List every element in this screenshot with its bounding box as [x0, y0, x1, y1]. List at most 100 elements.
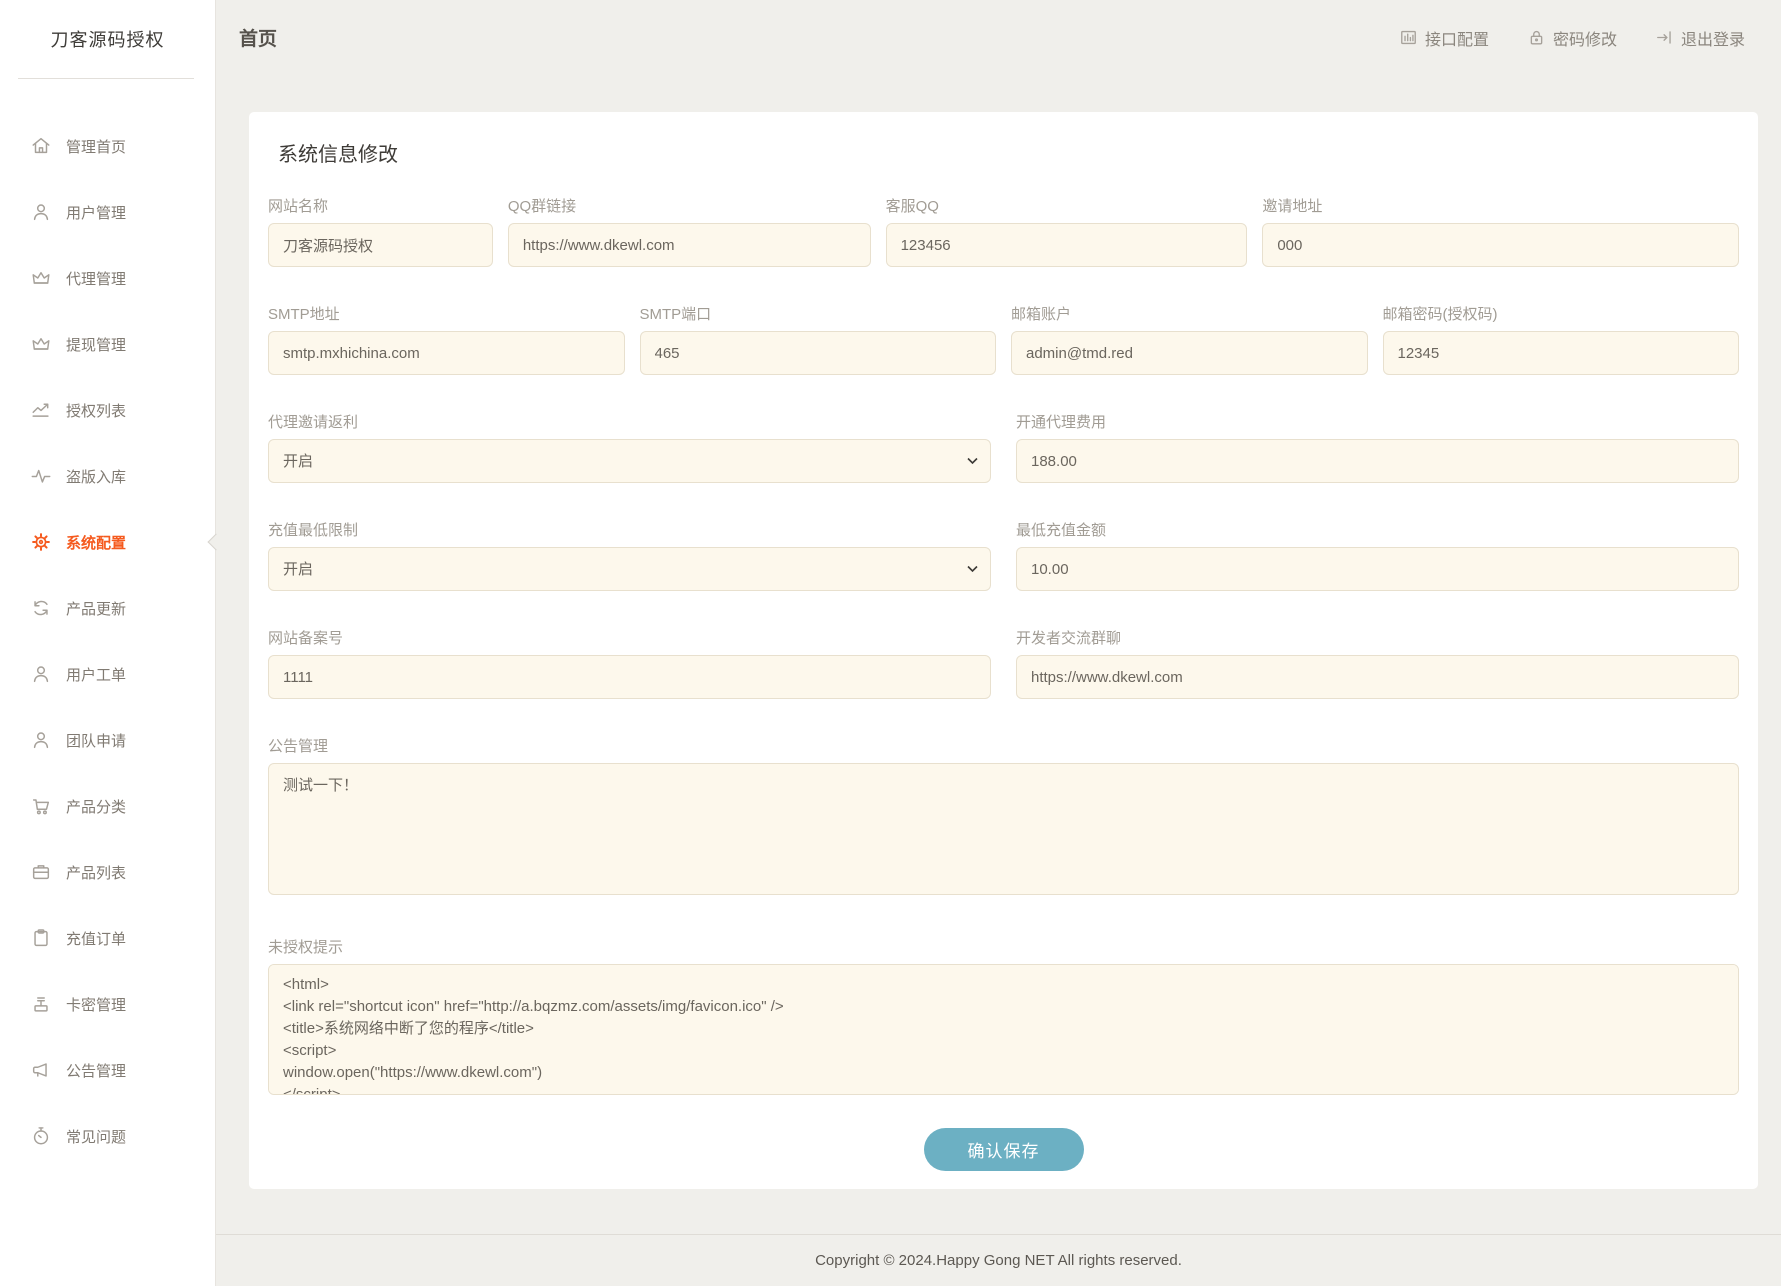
- qq-group-link-label: QQ群链接: [508, 195, 871, 216]
- invite-address-label: 邀请地址: [1262, 195, 1739, 216]
- sidebar-item-label: 代理管理: [66, 268, 126, 289]
- field-recharge-min-limit: 充值最低限制 开启: [268, 519, 991, 591]
- field-unauthorized-tip: 未授权提示 <html> <link rel="shortcut icon" h…: [268, 936, 1739, 1100]
- field-developer-group: 开发者交流群聊: [1016, 627, 1739, 699]
- field-icp-number: 网站备案号: [268, 627, 991, 699]
- megaphone-icon: [30, 1059, 52, 1081]
- agent-open-fee-input[interactable]: [1016, 439, 1739, 483]
- agent-open-fee-label: 开通代理费用: [1016, 411, 1739, 432]
- api-config-icon: [1399, 28, 1418, 47]
- agent-invite-rebate-label: 代理邀请返利: [268, 411, 991, 432]
- sidebar-item-admin-home[interactable]: 管理首页: [0, 113, 215, 179]
- sidebar-menu: 管理首页用户管理代理管理提现管理授权列表盗版入库系统配置产品更新用户工单团队申请…: [0, 79, 215, 1169]
- recharge-min-limit-label: 充值最低限制: [268, 519, 991, 540]
- button-row: 确认保存: [268, 1128, 1739, 1179]
- recharge-min-limit-select[interactable]: 开启: [268, 547, 991, 591]
- home-icon: [30, 135, 52, 157]
- announcement-textarea[interactable]: 测试一下！: [268, 763, 1739, 895]
- logout-link[interactable]: 退出登录: [1655, 26, 1745, 50]
- invite-address-input[interactable]: [1262, 223, 1739, 267]
- sidebar-item-recharge-orders[interactable]: 充值订单: [0, 905, 215, 971]
- crown-icon: [30, 333, 52, 355]
- agent-invite-rebate-select[interactable]: 开启: [268, 439, 991, 483]
- sidebar-item-system-config[interactable]: 系统配置: [0, 509, 215, 575]
- gear-icon: [30, 531, 52, 553]
- sidebar-item-faq[interactable]: 常见问题: [0, 1103, 215, 1169]
- site-name-label: 网站名称: [268, 195, 493, 216]
- clipboard-icon: [30, 927, 52, 949]
- form-row-3: 代理邀请返利 开启 开通代理费用: [268, 411, 1739, 483]
- sidebar-item-label: 团队申请: [66, 730, 126, 751]
- sidebar: 刀客源码授权 管理首页用户管理代理管理提现管理授权列表盗版入库系统配置产品更新用…: [0, 0, 216, 1286]
- sidebar-item-label: 管理首页: [66, 136, 126, 157]
- sidebar-item-label: 用户工单: [66, 664, 126, 685]
- sidebar-item-label: 盗版入库: [66, 466, 126, 487]
- field-invite-address: 邀请地址: [1262, 195, 1739, 267]
- change-password-label: 密码修改: [1553, 26, 1617, 50]
- logout-icon: [1655, 28, 1674, 47]
- crown-icon: [30, 267, 52, 289]
- sidebar-item-announcement-management[interactable]: 公告管理: [0, 1037, 215, 1103]
- sidebar-item-withdraw-management[interactable]: 提现管理: [0, 311, 215, 377]
- announcement-label: 公告管理: [268, 735, 1739, 756]
- sidebar-item-label: 产品列表: [66, 862, 126, 883]
- sidebar-item-label: 授权列表: [66, 400, 126, 421]
- field-agent-open-fee: 开通代理费用: [1016, 411, 1739, 483]
- sidebar-item-team-apply[interactable]: 团队申请: [0, 707, 215, 773]
- qq-group-link-input[interactable]: [508, 223, 871, 267]
- field-smtp-host: SMTP地址: [268, 303, 625, 375]
- copyright-text: Copyright © 2024.Happy Gong NET All righ…: [815, 1252, 1182, 1269]
- topbar: 首页 接口配置 密码修改 退出登录: [216, 0, 1781, 75]
- form-row-5: 网站备案号 开发者交流群聊: [268, 627, 1739, 699]
- min-recharge-amount-input[interactable]: [1016, 547, 1739, 591]
- field-min-recharge-amount: 最低充值金额: [1016, 519, 1739, 591]
- smtp-host-input[interactable]: [268, 331, 625, 375]
- user-icon: [30, 663, 52, 685]
- sidebar-item-agent-management[interactable]: 代理管理: [0, 245, 215, 311]
- brand-title: 刀客源码授权: [0, 0, 215, 52]
- field-agent-invite-rebate: 代理邀请返利 开启: [268, 411, 991, 483]
- mail-account-label: 邮箱账户: [1011, 303, 1368, 324]
- icp-number-input[interactable]: [268, 655, 991, 699]
- service-qq-label: 客服QQ: [886, 195, 1248, 216]
- smtp-host-label: SMTP地址: [268, 303, 625, 324]
- field-qq-group-link: QQ群链接: [508, 195, 871, 267]
- briefcase-icon: [30, 861, 52, 883]
- api-config-link[interactable]: 接口配置: [1399, 26, 1489, 50]
- sidebar-item-license-list[interactable]: 授权列表: [0, 377, 215, 443]
- sidebar-item-product-update[interactable]: 产品更新: [0, 575, 215, 641]
- save-button[interactable]: 确认保存: [924, 1128, 1084, 1171]
- sidebar-item-product-list[interactable]: 产品列表: [0, 839, 215, 905]
- smtp-port-input[interactable]: [640, 331, 997, 375]
- service-qq-input[interactable]: [886, 223, 1248, 267]
- unauthorized-tip-textarea[interactable]: <html> <link rel="shortcut icon" href="h…: [268, 964, 1739, 1095]
- sidebar-item-label: 产品分类: [66, 796, 126, 817]
- mail-password-input[interactable]: [1383, 331, 1740, 375]
- sidebar-item-product-category[interactable]: 产品分类: [0, 773, 215, 839]
- site-name-input[interactable]: [268, 223, 493, 267]
- main-area: 首页 接口配置 密码修改 退出登录 系统信息修改: [216, 0, 1781, 1286]
- sidebar-item-label: 充值订单: [66, 928, 126, 949]
- topbar-actions: 接口配置 密码修改 退出登录: [1399, 26, 1745, 50]
- min-recharge-amount-label: 最低充值金额: [1016, 519, 1739, 540]
- api-config-label: 接口配置: [1425, 26, 1489, 50]
- sidebar-item-label: 用户管理: [66, 202, 126, 223]
- form-row-4: 充值最低限制 开启 最低充值金额: [268, 519, 1739, 591]
- smtp-port-label: SMTP端口: [640, 303, 997, 324]
- pulse-icon: [30, 465, 52, 487]
- developer-group-input[interactable]: [1016, 655, 1739, 699]
- sidebar-item-label: 产品更新: [66, 598, 126, 619]
- sidebar-item-piracy-intake[interactable]: 盗版入库: [0, 443, 215, 509]
- sidebar-item-user-tickets[interactable]: 用户工单: [0, 641, 215, 707]
- lock-icon: [1527, 28, 1546, 47]
- field-announcement: 公告管理 测试一下！: [268, 735, 1739, 900]
- mail-account-input[interactable]: [1011, 331, 1368, 375]
- page-title: 首页: [239, 24, 277, 51]
- sidebar-item-card-key-management[interactable]: 卡密管理: [0, 971, 215, 1037]
- card-title: 系统信息修改: [268, 130, 1739, 167]
- change-password-link[interactable]: 密码修改: [1527, 26, 1617, 50]
- developer-group-label: 开发者交流群聊: [1016, 627, 1739, 648]
- sidebar-item-user-management[interactable]: 用户管理: [0, 179, 215, 245]
- mail-password-label: 邮箱密码(授权码): [1383, 303, 1740, 324]
- field-mail-account: 邮箱账户: [1011, 303, 1368, 375]
